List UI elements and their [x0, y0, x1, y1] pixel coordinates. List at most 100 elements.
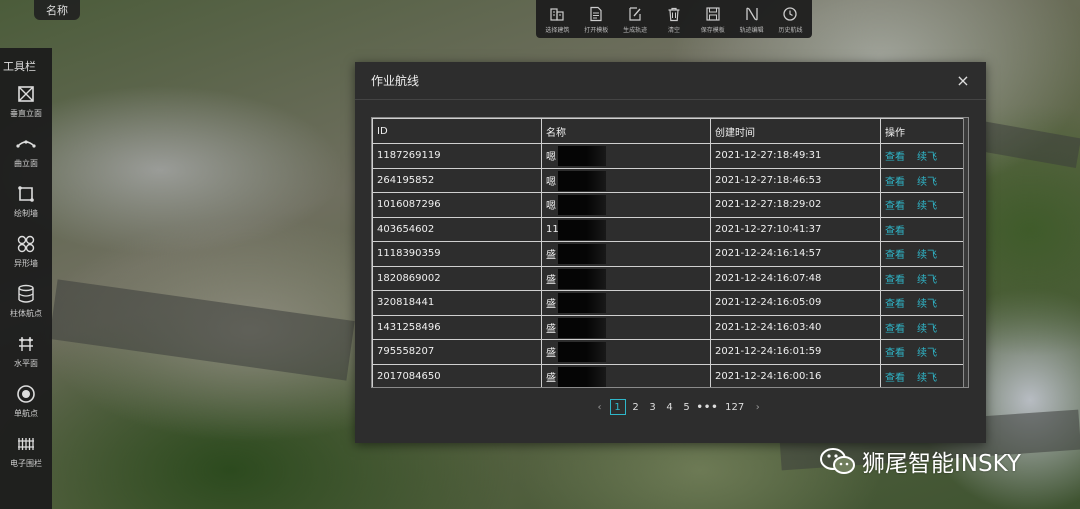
cell-time: 2021-12-27:18:49:31 — [710, 143, 881, 169]
tool-geofence[interactable]: 电子围栏 — [0, 430, 52, 480]
cell-name: 11 — [541, 216, 711, 242]
tool-curved-facade[interactable]: 曲立面 — [0, 130, 52, 180]
cell-time: 2021-12-24:16:01:59 — [710, 339, 881, 365]
view-link[interactable]: 查看 — [885, 275, 905, 286]
route-table-container[interactable]: ID 名称 创建时间 操作 1187269119 嗯 2021-12-27:18:4… — [371, 117, 969, 388]
page-1-button[interactable]: 1 — [609, 399, 626, 415]
prev-page-button[interactable]: ‹ — [593, 399, 607, 415]
select-building-button[interactable]: 选择建筑 — [538, 6, 576, 34]
top-label: 打开模板 — [584, 27, 609, 34]
cell-time: 2021-12-24:16:03:40 — [710, 314, 881, 340]
open-template-button[interactable]: 打开模板 — [577, 6, 615, 34]
resume-flight-link[interactable]: 续飞 — [917, 201, 937, 212]
cell-name: 盛 — [541, 290, 711, 316]
page-4-button[interactable]: 4 — [663, 399, 677, 415]
clear-button[interactable]: 清空 — [655, 6, 693, 34]
next-page-button[interactable]: › — [751, 399, 765, 415]
view-link[interactable]: 查看 — [885, 348, 905, 359]
irregular-wall-icon — [17, 235, 35, 253]
table-header-row: ID 名称 创建时间 操作 — [372, 118, 966, 144]
page-last-button[interactable]: 127 — [722, 399, 748, 415]
cell-name-text: 盛 — [546, 348, 556, 360]
cell-id: 795558207 — [372, 339, 542, 365]
tool-draw-wall[interactable]: 绘制墙 — [0, 180, 52, 230]
page-3-button[interactable]: 3 — [646, 399, 660, 415]
horizontal-plane-icon — [19, 337, 33, 351]
close-icon[interactable]: × — [956, 71, 970, 90]
cell-time: 2021-12-24:16:05:09 — [710, 290, 881, 316]
track-edit-button[interactable]: 轨迹编辑 — [733, 6, 771, 34]
resume-flight-link[interactable]: 续飞 — [917, 299, 937, 310]
page-ellipsis-button[interactable]: ••• — [697, 399, 719, 415]
tool-cylinder-waypoint[interactable]: 柱体航点 — [0, 280, 52, 330]
single-waypoint-icon — [17, 385, 35, 403]
name-chip: 名称 — [34, 0, 80, 20]
cell-id: 320818441 — [372, 290, 542, 316]
table-row: 1431258496 盛 2021-12-24:16:03:40 查看 续飞 — [372, 314, 966, 340]
resume-flight-link[interactable]: 续飞 — [917, 348, 937, 359]
cell-action: 查看 — [880, 216, 966, 242]
redaction-bar — [558, 342, 606, 362]
redaction-bar — [558, 244, 606, 264]
save-template-icon — [706, 7, 720, 21]
generate-track-button[interactable]: 生成轨迹 — [616, 6, 654, 34]
column-header-id: ID — [372, 118, 542, 144]
generate-track-icon — [629, 7, 641, 21]
view-link[interactable]: 查看 — [885, 250, 905, 261]
top-label: 选择建筑 — [545, 27, 570, 34]
table-row: 1820869002 盛 2021-12-24:16:07:48 查看 续飞 — [372, 265, 966, 291]
track-edit-icon — [745, 7, 758, 21]
redaction-bar — [558, 317, 606, 338]
view-link[interactable]: 查看 — [885, 299, 905, 310]
cell-name-text: 盛 — [546, 299, 556, 311]
tool-horizontal-plane[interactable]: 水平面 — [0, 330, 52, 380]
tool-label: 曲立面 — [14, 159, 38, 168]
page-2-button[interactable]: 2 — [629, 399, 643, 415]
resume-flight-link[interactable]: 续飞 — [917, 152, 937, 163]
redaction-bar — [558, 366, 606, 387]
cell-id: 2017084650 — [372, 363, 542, 387]
geofence-icon — [18, 438, 34, 450]
column-header-time: 创建时间 — [710, 118, 881, 144]
view-link[interactable]: 查看 — [885, 373, 905, 384]
pagination: ‹ 1 2 3 4 5 ••• 127 › — [591, 399, 766, 415]
table-row: 795558207 盛 2021-12-24:16:01:59 查看 续飞 — [372, 339, 966, 365]
cell-action: 查看 续飞 — [880, 143, 966, 169]
cell-name: 盛 — [541, 265, 711, 291]
tool-irregular-wall[interactable]: 异形墙 — [0, 230, 52, 280]
cell-id: 403654602 — [372, 216, 542, 242]
cell-name: 嗯 — [541, 143, 711, 169]
draw-wall-icon — [18, 186, 34, 202]
cell-name: 嗯 — [541, 192, 711, 218]
resume-flight-link[interactable]: 续飞 — [917, 250, 937, 261]
view-link[interactable]: 查看 — [885, 324, 905, 335]
cell-name-text: 嗯 — [546, 201, 556, 213]
resume-flight-link[interactable]: 续飞 — [917, 324, 937, 335]
view-link[interactable]: 查看 — [885, 152, 905, 163]
view-link[interactable]: 查看 — [885, 177, 905, 188]
history-route-button[interactable]: 历史航线 — [771, 6, 809, 34]
table-scrollbar[interactable] — [963, 118, 968, 387]
table-row: 2017084650 盛 2021-12-24:16:00:16 查看 续飞 — [372, 363, 966, 387]
cell-name: 盛 — [541, 314, 711, 340]
cell-id: 1431258496 — [372, 314, 542, 340]
cell-id: 1118390359 — [372, 241, 542, 267]
map-road — [49, 279, 355, 381]
tool-single-waypoint[interactable]: 单航点 — [0, 380, 52, 430]
page-5-button[interactable]: 5 — [680, 399, 694, 415]
view-link[interactable]: 查看 — [885, 201, 905, 212]
view-link[interactable]: 查看 — [885, 226, 905, 237]
tool-vertical-facade[interactable]: 垂直立面 — [0, 80, 52, 130]
resume-flight-link[interactable]: 续飞 — [917, 177, 937, 188]
cell-name: 盛 — [541, 363, 711, 387]
resume-flight-link[interactable]: 续飞 — [917, 275, 937, 286]
cell-action: 查看 续飞 — [880, 363, 966, 387]
route-dialog: 作业航线 × ID 名称 创建时间 操作 1187269119 嗯 2021-12-… — [355, 62, 986, 443]
top-label: 保存模板 — [700, 27, 725, 34]
save-template-button[interactable]: 保存模板 — [694, 6, 732, 34]
resume-flight-link[interactable]: 续飞 — [917, 373, 937, 384]
cell-name: 嗯 — [541, 167, 711, 193]
cell-time: 2021-12-24:16:00:16 — [710, 363, 881, 387]
cell-id: 1187269119 — [372, 143, 542, 169]
cell-time: 2021-12-27:18:46:53 — [710, 167, 881, 193]
